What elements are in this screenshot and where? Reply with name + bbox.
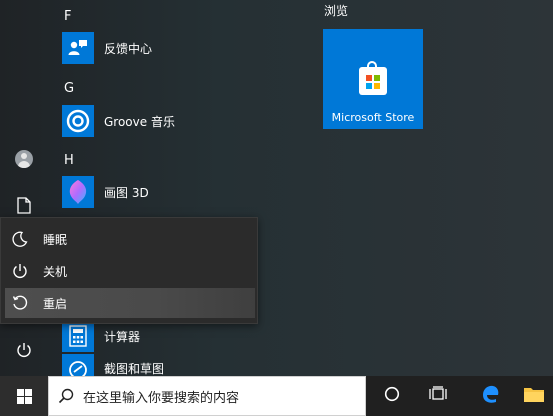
tile-label: Microsoft Store — [331, 111, 415, 124]
sleep-menu-item[interactable]: 睡眠 — [5, 224, 255, 254]
app-label: 计算器 — [104, 329, 141, 344]
taskbar-search-box[interactable]: 在这里输入你要搜索的内容 — [48, 376, 366, 416]
tile-group-title[interactable]: 浏览 — [324, 2, 348, 19]
paint-3d-icon — [62, 176, 94, 208]
power-flyout-menu: 睡眠 关机 重启 — [0, 217, 258, 324]
search-placeholder: 在这里输入你要搜索的内容 — [83, 390, 240, 406]
search-icon — [49, 388, 83, 404]
restart-icon — [5, 295, 35, 311]
edge-button[interactable] — [466, 376, 514, 416]
microsoft-store-tile[interactable]: Microsoft Store — [323, 29, 423, 129]
windows-logo-icon — [16, 388, 32, 404]
app-label: Groove 音乐 — [104, 114, 175, 129]
app-label: 截图和草图 — [104, 362, 165, 376]
task-view-button[interactable] — [414, 376, 462, 416]
power-icon — [16, 342, 32, 362]
moon-icon — [5, 231, 35, 247]
group-header-g[interactable]: G — [64, 81, 74, 96]
menu-item-label: 睡眠 — [43, 232, 68, 247]
file-explorer-button[interactable] — [510, 376, 553, 416]
group-header-h[interactable]: H — [64, 153, 74, 168]
menu-item-label: 重启 — [43, 296, 68, 311]
cortana-icon — [384, 386, 400, 406]
app-label: 画图 3D — [104, 185, 149, 200]
app-item-snip-sketch[interactable]: 截图和草图 — [62, 354, 252, 376]
start-button[interactable] — [0, 376, 48, 416]
cortana-button[interactable] — [368, 376, 416, 416]
account-button[interactable] — [0, 139, 48, 179]
start-menu: F 反馈中心 G Groove 音乐 H 画图 3D 计算器 截图和草图 浏览 … — [0, 0, 553, 376]
app-item-paint-3d[interactable]: 画图 3D — [62, 175, 252, 209]
avatar — [15, 150, 33, 168]
menu-item-label: 关机 — [43, 264, 68, 279]
task-view-icon — [428, 386, 448, 406]
file-explorer-icon — [523, 385, 545, 407]
snip-sketch-icon — [62, 354, 94, 376]
power-button[interactable] — [0, 332, 48, 372]
feedback-hub-icon — [62, 32, 94, 64]
taskbar: 在这里输入你要搜索的内容 — [0, 376, 553, 416]
shutdown-menu-item[interactable]: 关机 — [5, 256, 255, 286]
app-label: 反馈中心 — [104, 41, 153, 56]
document-icon — [17, 196, 31, 218]
groove-music-icon — [62, 105, 94, 137]
power-icon — [5, 263, 35, 279]
edge-icon — [479, 383, 501, 409]
restart-menu-item[interactable]: 重启 — [5, 288, 255, 318]
app-item-groove-music[interactable]: Groove 音乐 — [62, 104, 252, 138]
group-header-f[interactable]: F — [64, 9, 71, 24]
store-bag-icon — [359, 61, 387, 95]
app-item-feedback-hub[interactable]: 反馈中心 — [62, 31, 252, 65]
app-item-calculator[interactable]: 计算器 — [62, 319, 252, 353]
calculator-icon — [62, 320, 94, 352]
